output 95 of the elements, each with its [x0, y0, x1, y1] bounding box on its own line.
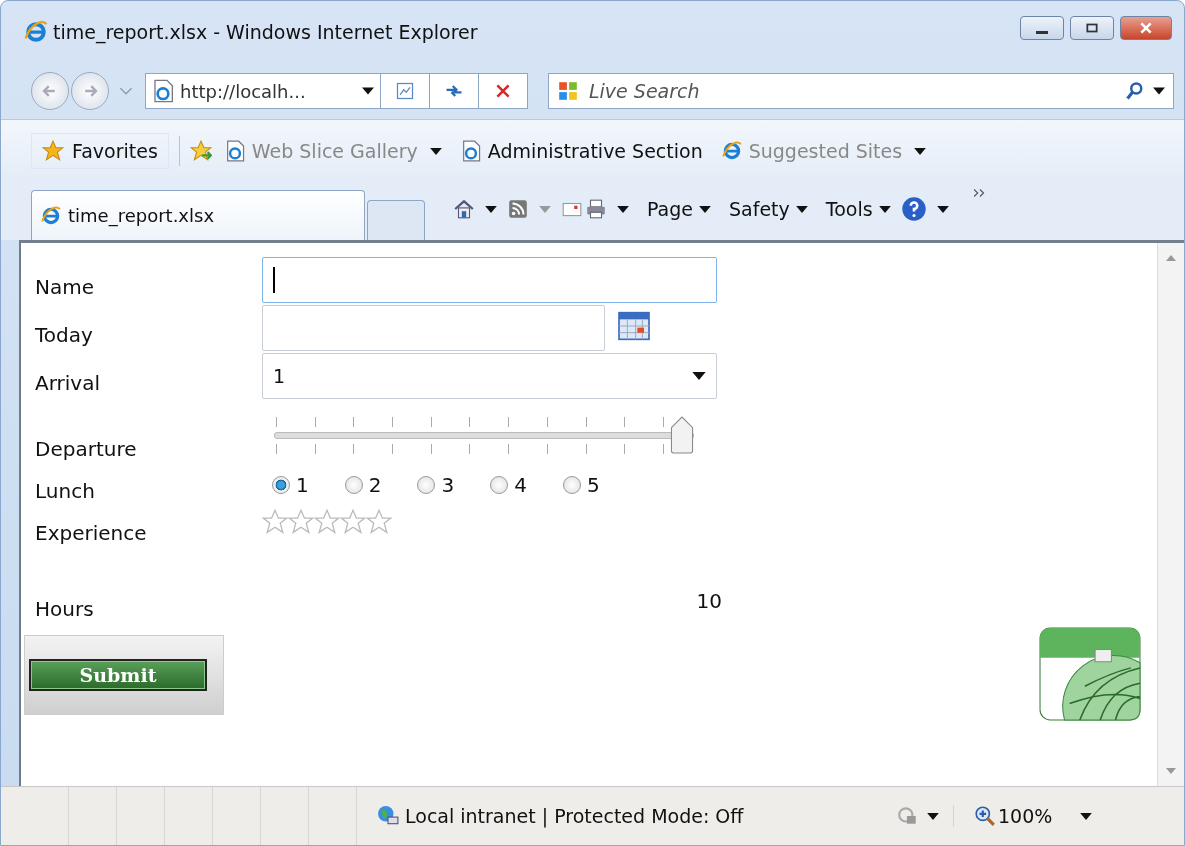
printer-icon[interactable]	[585, 198, 607, 220]
scroll-up-icon[interactable]	[1166, 255, 1176, 261]
home-icon[interactable]	[453, 198, 475, 220]
back-button[interactable]	[31, 72, 69, 110]
search-dropdown-icon[interactable]	[1153, 87, 1165, 95]
feed-icon[interactable]	[507, 198, 529, 220]
date-field[interactable]	[262, 305, 605, 351]
forward-button[interactable]	[71, 72, 109, 110]
dropdown-icon	[692, 372, 706, 380]
address-bar[interactable]: http://localh...	[145, 73, 381, 109]
star-icon[interactable]	[340, 509, 366, 535]
dropdown-icon[interactable]	[485, 205, 497, 213]
option-label: 4	[514, 473, 527, 497]
star-icon[interactable]	[314, 509, 340, 535]
radio-option[interactable]: 3	[417, 473, 455, 497]
maximize-button[interactable]	[1070, 16, 1114, 40]
option-label: 1	[296, 473, 309, 497]
dropdown-icon	[699, 205, 711, 213]
command-menu[interactable]: Page	[639, 198, 719, 220]
hours-value: 10	[696, 589, 722, 615]
address-text: http://localh...	[180, 80, 306, 102]
star-icon[interactable]	[366, 509, 392, 535]
star-icon[interactable]	[288, 509, 314, 535]
star-rating[interactable]	[262, 509, 392, 535]
option-label: 2	[368, 473, 382, 497]
option-label: 3	[441, 473, 455, 497]
search-input[interactable]: Live Search	[587, 79, 1117, 103]
radio-button[interactable]	[490, 476, 509, 494]
radio-button[interactable]	[417, 476, 436, 494]
refresh-button[interactable]	[429, 73, 479, 109]
dropdown-icon	[878, 205, 891, 213]
compatibility-button[interactable]	[380, 73, 430, 109]
globe-network-icon	[377, 805, 399, 827]
scrollbar[interactable]	[1157, 243, 1184, 786]
stop-button[interactable]	[478, 73, 528, 109]
star-icon[interactable]	[262, 509, 288, 535]
field-label: Lunch	[35, 479, 96, 505]
search-icon[interactable]	[1125, 81, 1145, 101]
field-label: Hours	[35, 597, 95, 623]
browser-tab[interactable]: time_report.xlsx	[31, 190, 365, 240]
maximize-icon	[1085, 21, 1099, 35]
favorites-link[interactable]: Administrative Section	[455, 140, 709, 162]
option-label: 5	[586, 473, 600, 497]
page-icon	[152, 79, 174, 103]
new-tab-button[interactable]	[367, 200, 425, 240]
selected-value: 1	[273, 365, 286, 387]
field-label: Name	[35, 275, 95, 301]
chevron-icon[interactable]	[972, 188, 987, 198]
name-field[interactable]	[262, 257, 717, 303]
windows-logo-icon	[557, 80, 579, 102]
zoom-dropdown-icon[interactable]	[1080, 812, 1093, 820]
lock-icon[interactable]	[897, 805, 919, 827]
star-icon	[42, 140, 64, 162]
radio-button[interactable]	[272, 476, 290, 494]
field-label: Arrival	[35, 371, 101, 397]
dropdown-icon	[795, 205, 808, 213]
zoom-button[interactable]: 100%	[953, 805, 1073, 827]
ie-logo-icon	[40, 204, 62, 227]
command-menu[interactable]: Tools	[817, 198, 899, 220]
radio-option[interactable]: 4	[490, 473, 527, 497]
dropdown-icon[interactable]	[362, 87, 374, 95]
slider-thumb[interactable]	[670, 416, 694, 454]
dropdown-icon[interactable]	[927, 812, 939, 820]
minimize-button[interactable]	[1020, 16, 1064, 40]
minimize-icon	[1036, 30, 1048, 34]
radio-option[interactable]: 2	[344, 473, 382, 497]
ie-logo-icon	[720, 140, 743, 162]
dropdown-icon[interactable]	[617, 205, 629, 213]
dropdown-field[interactable]: 1	[262, 353, 717, 399]
history-dropdown-icon[interactable]	[119, 86, 133, 96]
globe-logo-icon	[1039, 627, 1141, 721]
submit-button[interactable]: Submit	[29, 659, 207, 691]
favorites-button[interactable]: Favorites	[31, 133, 169, 169]
chart-page-icon	[395, 81, 415, 101]
radio-button[interactable]	[344, 476, 363, 494]
security-zone-text: Local intranet | Protected Mode: Off	[405, 805, 744, 827]
ie-logo-icon	[23, 19, 49, 45]
field-label: Today	[35, 323, 94, 349]
scroll-down-icon[interactable]	[1166, 768, 1176, 774]
radio-button[interactable]	[562, 476, 581, 494]
add-favorite-icon[interactable]	[189, 140, 212, 162]
dropdown-icon[interactable]	[936, 205, 949, 213]
zoom-icon	[974, 805, 996, 827]
window-title: time_report.xlsx - Windows Internet Explorer	[53, 21, 478, 43]
calendar-icon[interactable]	[617, 311, 651, 341]
help-icon[interactable]	[900, 196, 927, 222]
search-field[interactable]: Live Search	[548, 73, 1174, 109]
close-icon	[1139, 21, 1153, 35]
field-label: Experience	[35, 521, 148, 545]
radio-option[interactable]: 1	[272, 473, 309, 497]
command-menu[interactable]: Safety	[721, 198, 816, 220]
field-label: Departure	[35, 437, 138, 461]
stop-icon	[494, 82, 512, 100]
radio-option[interactable]: 5	[562, 473, 600, 497]
close-button[interactable]	[1120, 16, 1172, 40]
